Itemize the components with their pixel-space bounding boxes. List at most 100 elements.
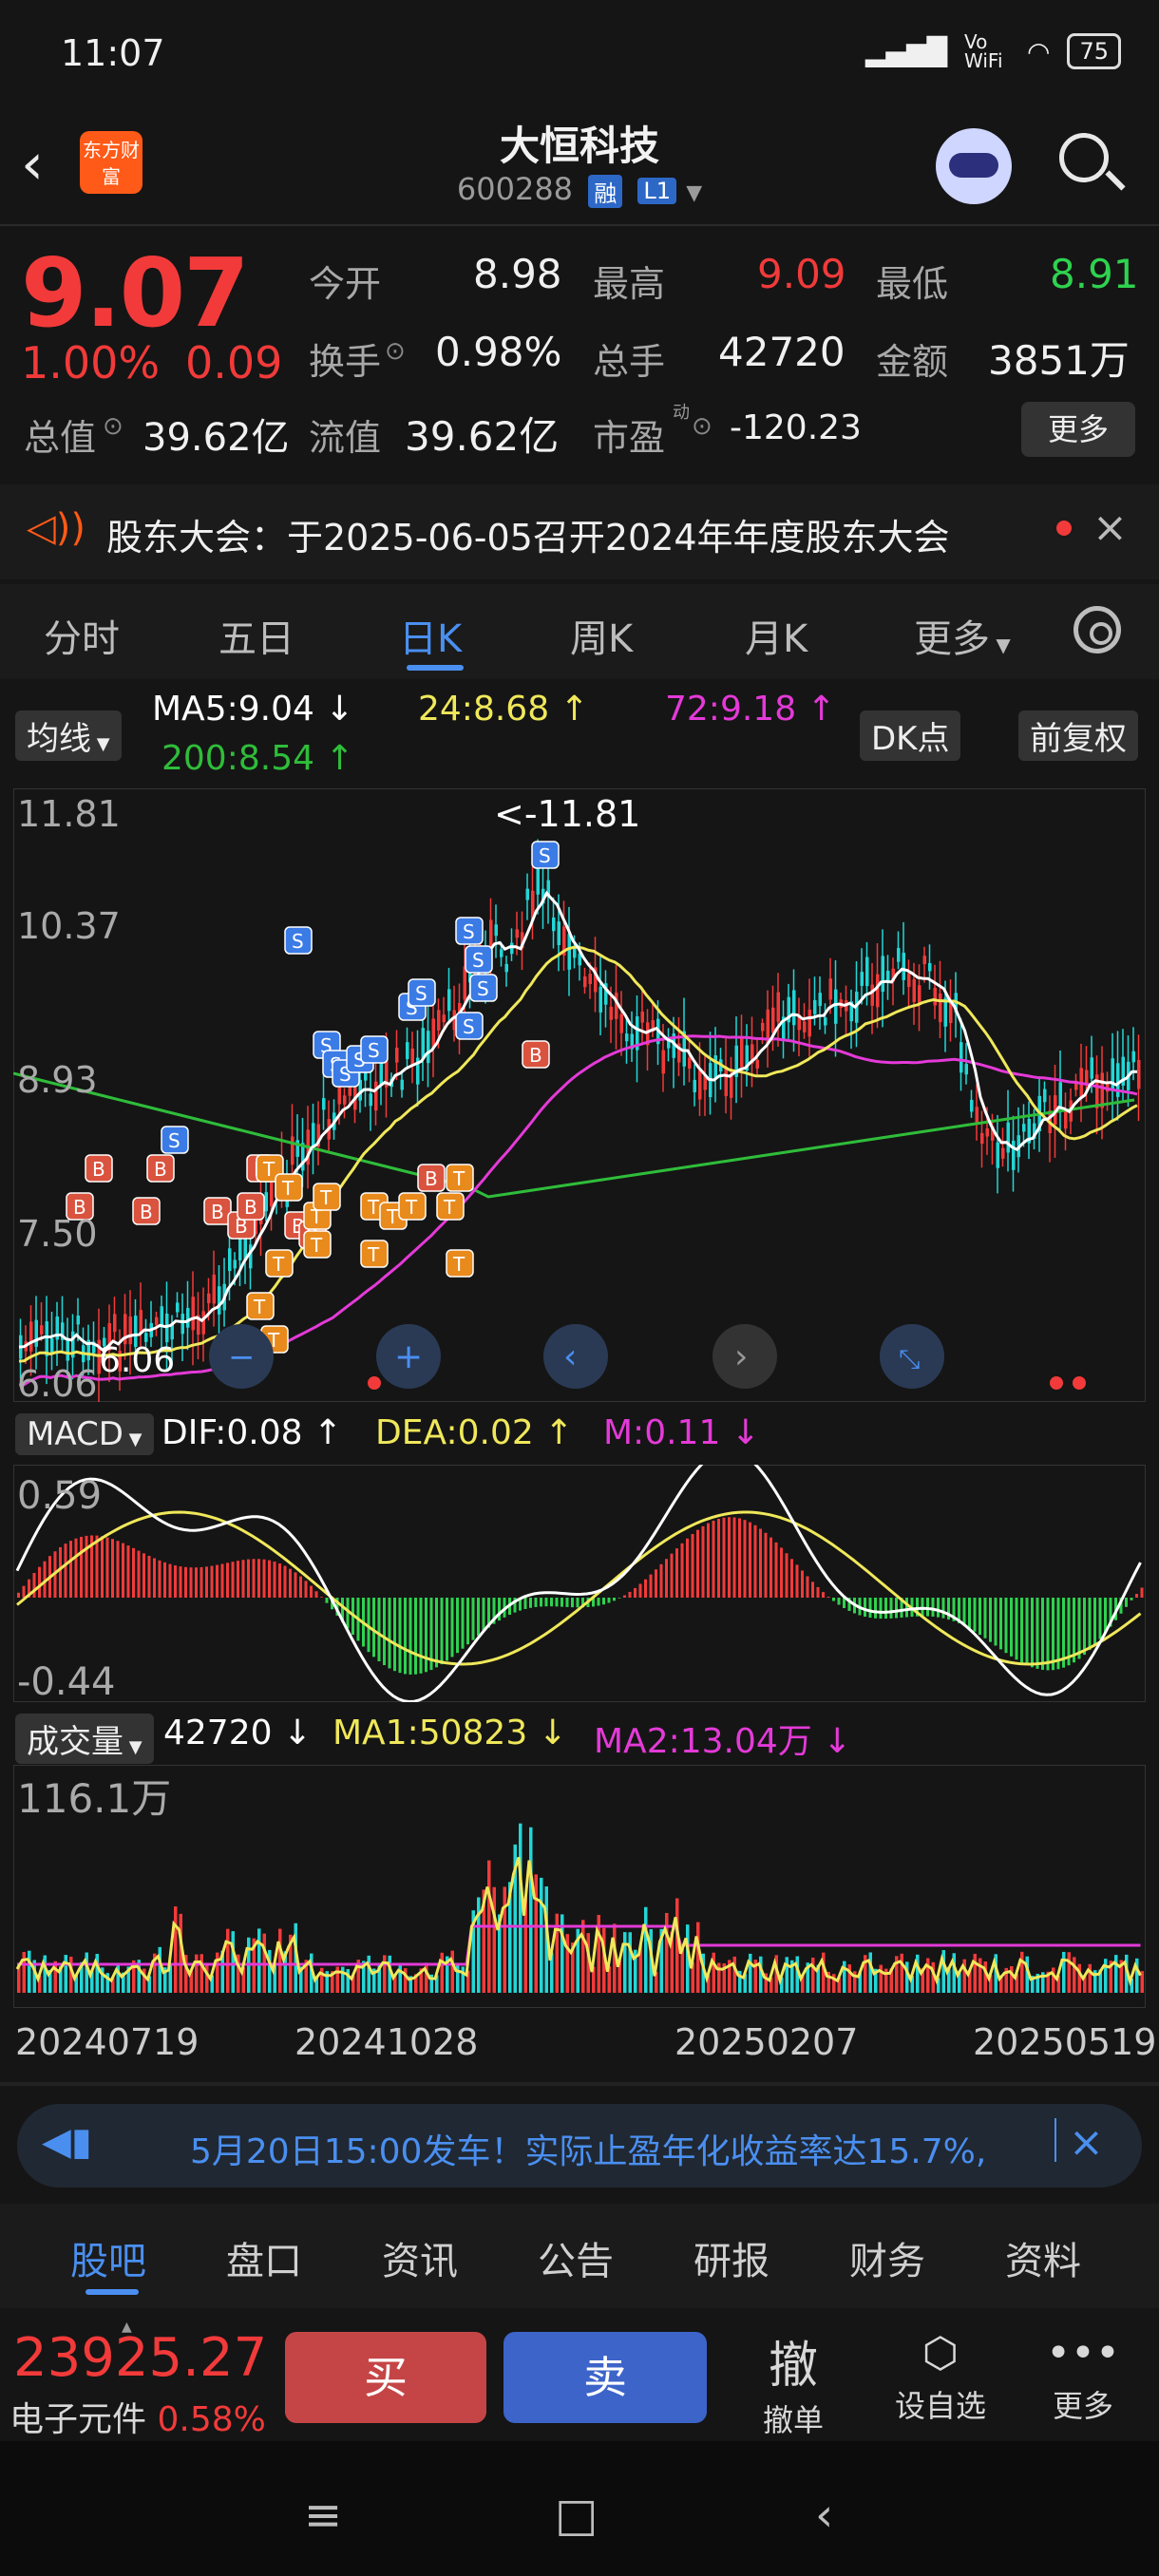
sector-index-value[interactable]: 23925.27 (13, 2327, 267, 2389)
candle-body (374, 1081, 378, 1111)
macd-bar (884, 1598, 887, 1619)
dea-value: DEA:0.02 (375, 1413, 534, 1452)
tab-announcements[interactable]: 公告 (538, 2230, 614, 2285)
macd-bar (299, 1576, 302, 1598)
volume-selector[interactable]: 成交量 ▼ (15, 1714, 154, 1764)
macd-bar (826, 1597, 830, 1598)
change-amount: 0.09 (185, 337, 283, 388)
close-icon[interactable]: × (1069, 2118, 1104, 2167)
tab-orderbook[interactable]: 盘口 (226, 2230, 302, 2285)
tab-intraday[interactable]: 分时 (44, 608, 120, 663)
volume-bar (1073, 1957, 1076, 1993)
signal-marker-label: T (367, 1196, 380, 1219)
volume-bar (540, 1877, 543, 1993)
close-icon[interactable]: × (1092, 503, 1128, 552)
macd-chart[interactable]: 0.59 -0.44 (13, 1465, 1146, 1702)
macd-bottom-tick: -0.44 (17, 1660, 116, 1702)
macd-bar (471, 1598, 475, 1640)
price-tick-1: 11.81 (17, 793, 121, 835)
caret-down-icon: ▼ (990, 634, 1011, 656)
macd-bar (220, 1563, 224, 1598)
macd-bar (101, 1536, 104, 1598)
tab-weekly-k[interactable]: 周K (570, 608, 633, 663)
caret-down-icon: ▼ (686, 181, 703, 205)
macd-bar (905, 1598, 908, 1618)
ma-selector[interactable]: 均线 ▼ (15, 710, 122, 761)
sell-button[interactable]: 卖 (504, 2332, 707, 2423)
macd-bar (111, 1539, 114, 1598)
dk-point-button[interactable]: DK点 (860, 710, 961, 761)
macd-bar (231, 1562, 235, 1598)
macd-bar (408, 1598, 412, 1675)
macd-bar (921, 1598, 924, 1617)
info-icon[interactable]: ⊙ (103, 412, 124, 441)
volume-chart[interactable]: 116.1万 (13, 1765, 1146, 2008)
volume-bar (696, 1922, 700, 1993)
candle-body (661, 1050, 665, 1074)
candle-body (1043, 1089, 1047, 1103)
ma200-legend: 200:8.54 ↑ (162, 739, 354, 778)
buy-button[interactable]: 买 (285, 2332, 486, 2423)
candlestick-chart[interactable]: SSSSSSSSSSSSSSBBBBBBBBBBBBTTTTTTTTTTTTTT… (13, 788, 1146, 1402)
tab-profile[interactable]: 资料 (1005, 2230, 1081, 2285)
macd-selector[interactable]: MACD ▼ (15, 1413, 154, 1455)
tab-monthly-k[interactable]: 月K (745, 608, 808, 663)
macd-bar (184, 1566, 187, 1598)
more-actions-button[interactable]: ••• 更多 (1040, 2325, 1126, 2426)
tab-five-day[interactable]: 五日 (218, 608, 294, 663)
amount-value: 3851万 (988, 337, 1130, 384)
date-tick: 20250519 (973, 2021, 1157, 2063)
caret-down-icon: ▼ (124, 1737, 142, 1757)
dif-value: DIF:0.08 (162, 1413, 303, 1452)
system-icons: ▂▄▆█ Vo WiFi ◠ 75 (865, 32, 1121, 70)
volume-bar (529, 1827, 533, 1993)
chevron-left-icon: ‹ (563, 1337, 577, 1376)
info-icon[interactable]: ⊙ (692, 412, 712, 441)
tab-forum[interactable]: 股吧 (70, 2230, 146, 2285)
more-quote-button[interactable]: 更多 (1021, 402, 1135, 457)
notice-text[interactable]: 股东大会：于2025-06-05召开2024年年度股东大会 (106, 508, 950, 560)
adjust-button[interactable]: 前复权 (1018, 710, 1138, 761)
macd-bar (785, 1553, 788, 1598)
volume-top-tick: 116.1万 (17, 1775, 171, 1822)
macd-bar (999, 1598, 1002, 1650)
tab-finance[interactable]: 财务 (849, 2230, 925, 2285)
candle-body (228, 1248, 232, 1272)
macd-bar (1020, 1598, 1023, 1663)
macd-bar (618, 1598, 621, 1599)
macd-bar (137, 1550, 141, 1598)
candle-body (886, 970, 890, 981)
volume-bar (712, 1952, 715, 1993)
volume-bar (398, 1964, 402, 1993)
add-watchlist-button[interactable]: ⬡ 设自选 (884, 2325, 998, 2426)
ma24-line (18, 945, 1138, 1363)
tab-more-periods[interactable]: 更多 ▼ (914, 608, 1011, 663)
home-icon[interactable]: □ (555, 2489, 598, 2542)
promo-text[interactable]: 5月20日15:00发车！实际止盈年化收益率达15.7%, (190, 2124, 986, 2173)
signal-marker-label: T (253, 1296, 266, 1318)
macd-bar (95, 1535, 99, 1598)
menu-icon[interactable]: ≡ (304, 2489, 342, 2542)
search-icon[interactable] (1059, 133, 1109, 182)
back-nav-icon[interactable]: ‹ (815, 2489, 833, 2542)
macd-bar (623, 1595, 626, 1598)
macd-bar (1140, 1587, 1144, 1598)
macd-bar (189, 1567, 193, 1598)
turnover-label: 换手 (309, 341, 382, 383)
gear-icon[interactable] (1074, 606, 1121, 653)
macd-bar (1015, 1598, 1018, 1660)
ma-selector-label: 均线 (27, 720, 91, 758)
candle-body (139, 1310, 142, 1334)
info-icon[interactable]: ⊙ (385, 337, 406, 366)
tab-daily-k[interactable]: 日K (399, 608, 462, 663)
cancel-order-button[interactable]: 撤 撤单 (750, 2325, 836, 2440)
candle-body (66, 1339, 69, 1361)
assistant-avatar[interactable] (936, 128, 1012, 204)
tab-research[interactable]: 研报 (694, 2230, 770, 2285)
macd-bar (937, 1598, 940, 1618)
sector-index-row[interactable]: 电子元件 0.58% (10, 2392, 266, 2441)
tab-news[interactable]: 资讯 (382, 2230, 458, 2285)
macd-bar (304, 1581, 308, 1598)
status-time: 11:07 (61, 32, 165, 74)
pe-value: -120.23 (730, 408, 862, 447)
